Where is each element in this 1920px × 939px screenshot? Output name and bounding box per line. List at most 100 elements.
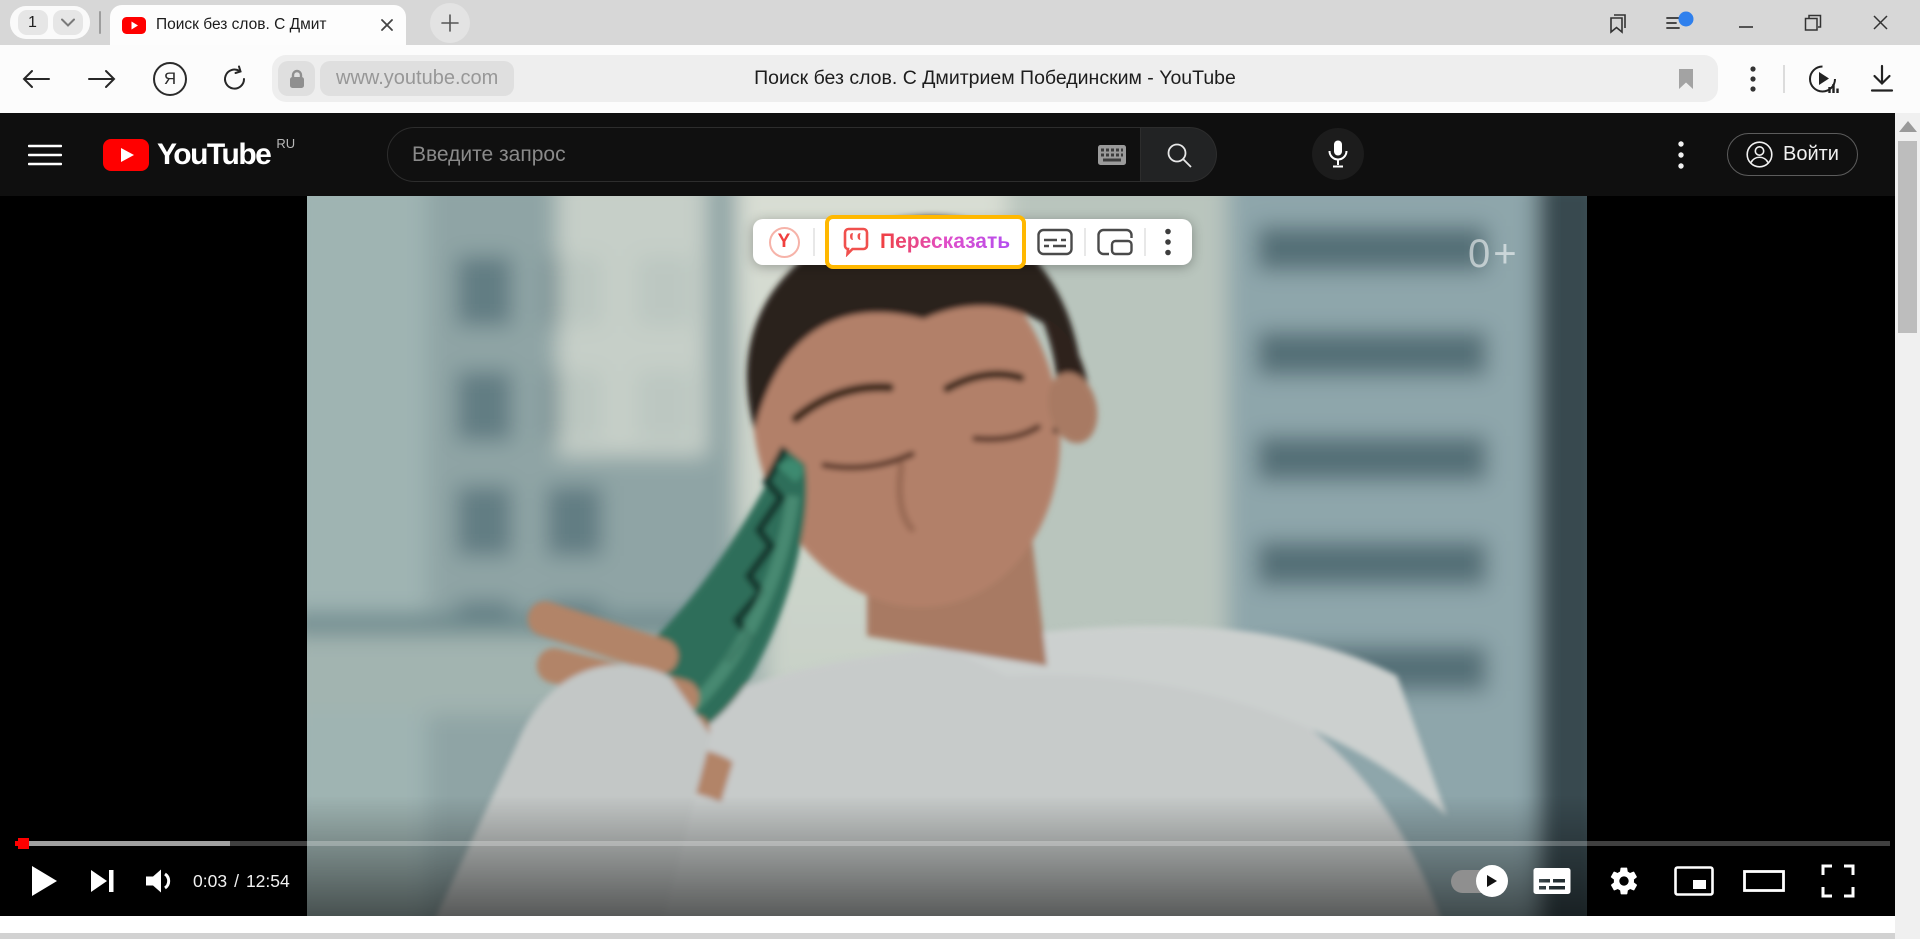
overlay-menu-button[interactable] <box>1156 223 1180 261</box>
page-content-strip <box>0 916 1920 933</box>
yandex-letter: Я <box>164 69 176 89</box>
miniplayer-button[interactable] <box>1668 851 1720 911</box>
tab-close-icon[interactable] <box>380 18 394 32</box>
plus-icon <box>440 13 460 33</box>
keyboard-icon[interactable] <box>1098 145 1126 165</box>
reload-button[interactable] <box>215 45 255 113</box>
profile-menu-icon <box>1665 11 1695 35</box>
fullscreen-icon <box>1821 864 1855 898</box>
yandex-y-icon: Y <box>769 227 800 258</box>
youtube-region: RU <box>276 136 295 151</box>
chevron-down-icon <box>61 18 75 27</box>
overlay-separator <box>1084 228 1086 256</box>
time-divider: / <box>234 871 239 892</box>
profile-menu-button[interactable] <box>1662 0 1698 45</box>
tab-bar: 1 Поиск без слов. С Дмит <box>0 0 1920 45</box>
kebab-menu-icon <box>1165 228 1171 256</box>
kebab-menu-icon <box>1678 140 1684 170</box>
yandex-button[interactable]: Y <box>765 223 803 261</box>
theater-icon <box>1743 870 1785 892</box>
bookmark-icon <box>1677 67 1695 91</box>
downloads-button[interactable] <box>1862 45 1902 113</box>
yandex-logo-icon: Я <box>153 62 187 96</box>
volume-button[interactable] <box>138 851 182 911</box>
media-player-button[interactable] <box>1803 45 1843 113</box>
overlay-separator <box>813 228 815 256</box>
minimize-button[interactable] <box>1728 0 1764 45</box>
lock-icon <box>288 69 306 89</box>
navigation-toolbar: Я www.youtube.com Поиск без слов. С Дмит… <box>0 45 1920 113</box>
voice-search-button[interactable] <box>1312 128 1364 180</box>
youtube-logo[interactable]: YouTube RU <box>103 113 295 196</box>
retell-button[interactable]: Пересказать <box>825 215 1026 269</box>
overlay-pip-button[interactable] <box>1096 223 1134 261</box>
search-field[interactable] <box>387 127 1141 182</box>
time-display: 0:03 / 12:54 <box>193 851 290 911</box>
window-close-button[interactable] <box>1862 0 1898 45</box>
active-tab[interactable]: Поиск без слов. С Дмит <box>110 5 406 45</box>
sign-in-button[interactable]: Войти <box>1727 133 1858 176</box>
gear-icon <box>1608 865 1640 897</box>
address-bar[interactable]: www.youtube.com Поиск без слов. С Дмитри… <box>272 55 1718 102</box>
scrubber-handle[interactable] <box>18 838 29 849</box>
settings-button[interactable] <box>1600 851 1648 911</box>
autoplay-knob <box>1476 865 1508 897</box>
subtitles-button[interactable] <box>1528 851 1576 911</box>
yt-settings-menu-button[interactable] <box>1678 113 1684 196</box>
side-panel-button[interactable] <box>1600 0 1636 45</box>
site-security-button[interactable] <box>278 61 315 96</box>
sign-in-label: Войти <box>1783 143 1839 166</box>
forward-arrow-icon <box>87 68 117 90</box>
tab-list-chevron[interactable] <box>53 10 83 35</box>
restore-icon <box>1804 14 1822 32</box>
url-domain[interactable]: www.youtube.com <box>320 61 514 96</box>
forward-button[interactable] <box>82 45 122 113</box>
hamburger-menu-icon <box>28 143 62 167</box>
subtitles-icon <box>1533 867 1571 895</box>
search-button[interactable] <box>1141 127 1217 182</box>
picture-in-picture-icon <box>1097 227 1133 257</box>
youtube-masthead: YouTube RU <box>0 113 1920 196</box>
next-button[interactable] <box>80 851 124 911</box>
time-duration: 12:54 <box>246 871 290 892</box>
time-current: 0:03 <box>193 871 227 892</box>
media-play-icon <box>1806 62 1840 96</box>
page-edge-strip <box>0 933 1920 939</box>
download-icon <box>1868 64 1896 94</box>
play-icon <box>30 865 58 897</box>
person-icon <box>1746 141 1773 168</box>
tab-count[interactable]: 1 <box>18 10 48 35</box>
autoplay-pill <box>1451 870 1505 893</box>
retell-label: Пересказать <box>880 230 1010 254</box>
play-button[interactable] <box>22 851 66 911</box>
volume-icon <box>144 867 176 895</box>
scroll-up-arrow-icon[interactable] <box>1899 121 1917 132</box>
search-icon <box>1165 141 1193 169</box>
tab-separator <box>99 11 101 34</box>
overlay-captions-button[interactable] <box>1036 223 1074 261</box>
yandex-home-button[interactable]: Я <box>150 45 190 113</box>
youtube-favicon-icon <box>122 17 146 34</box>
scrollbar-thumb[interactable] <box>1898 141 1917 333</box>
autoplay-toggle[interactable] <box>1448 851 1508 911</box>
page-scrollbar[interactable] <box>1895 113 1920 939</box>
microphone-icon <box>1326 139 1350 169</box>
bookmark-button[interactable] <box>1668 61 1704 96</box>
progress-bar[interactable] <box>15 841 1890 846</box>
tab-counter[interactable]: 1 <box>10 6 90 39</box>
new-tab-button[interactable] <box>430 3 470 43</box>
back-button[interactable] <box>16 45 56 113</box>
guide-button[interactable] <box>28 113 62 196</box>
restore-button[interactable] <box>1795 0 1831 45</box>
kebab-menu-icon <box>1750 66 1756 92</box>
next-icon <box>89 868 115 894</box>
theater-mode-button[interactable] <box>1738 851 1790 911</box>
web-page: YouTube RU <box>0 113 1920 939</box>
video-player[interactable]: 0+ Y Пересказать <box>0 196 1920 916</box>
search-input[interactable] <box>388 128 1140 181</box>
bookmarks-panel-icon <box>1606 11 1630 35</box>
fullscreen-button[interactable] <box>1812 851 1864 911</box>
yandex-video-toolbar: Y Пересказать <box>753 219 1192 265</box>
browser-menu-button[interactable] <box>1733 45 1773 113</box>
youtube-wordmark: YouTube <box>157 138 270 172</box>
